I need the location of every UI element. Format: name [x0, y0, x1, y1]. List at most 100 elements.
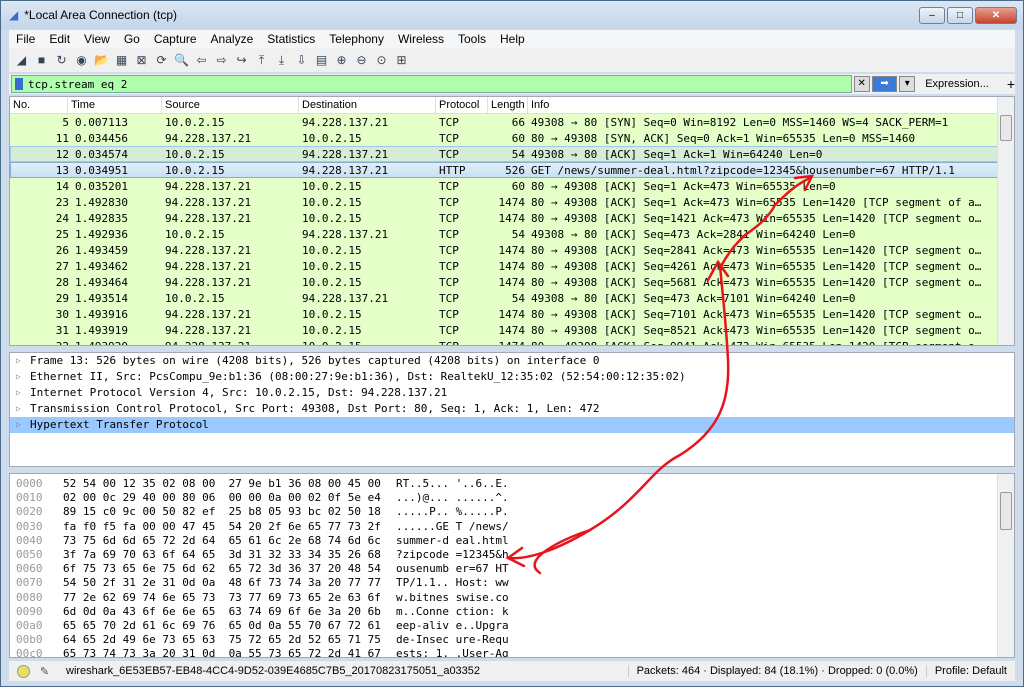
packet-row[interactable]: 24 1.492835 94.228.137.21 10.0.2.15 TCP 1474 8… — [10, 210, 1014, 226]
column-header-destination[interactable]: Destination — [299, 97, 436, 113]
add-filter-button[interactable]: + — [1007, 76, 1015, 92]
menu-file[interactable]: File — [9, 30, 42, 48]
packet-row[interactable]: 14 0.035201 94.228.137.21 10.0.2.15 TCP 60 80 … — [10, 178, 1014, 194]
expand-triangle-icon[interactable]: ▷ — [16, 369, 30, 385]
column-header-info[interactable]: Info — [528, 97, 1014, 113]
save-icon[interactable]: ▦ — [113, 52, 130, 69]
detail-tree-item[interactable]: ▷ Internet Protocol Version 4, Src: 10.0.… — [10, 385, 1014, 401]
back-icon[interactable]: ⇦ — [193, 52, 210, 69]
reload-icon[interactable]: ⟳ — [153, 52, 170, 69]
packet-row[interactable]: 25 1.492936 10.0.2.15 94.228.137.21 TCP 54 493… — [10, 226, 1014, 242]
column-header-length[interactable]: Length — [488, 97, 528, 113]
column-header-time[interactable]: Time — [68, 97, 162, 113]
autoscroll-icon[interactable]: ⇩ — [293, 52, 310, 69]
hex-bytes[interactable]: fa f0 f5 fa 00 00 47 45 54 20 2f 6e 65 7… — [63, 520, 396, 534]
ascii-bytes[interactable]: .....P.. %.....P. — [396, 505, 509, 519]
hex-bytes[interactable]: 6d 0d 0a 43 6f 6e 6e 65 63 74 69 6f 6e 3… — [63, 605, 396, 619]
expand-triangle-icon[interactable]: ▷ — [16, 401, 30, 417]
zoom-out-icon[interactable]: ⊖ — [353, 52, 370, 69]
resize-columns-icon[interactable]: ⊞ — [393, 52, 410, 69]
ascii-bytes[interactable]: w.bitnes swise.co — [396, 591, 509, 605]
menu-help[interactable]: Help — [493, 30, 532, 48]
menu-edit[interactable]: Edit — [42, 30, 77, 48]
close-button[interactable]: ✕ — [975, 7, 1017, 24]
packet-row[interactable]: 30 1.493916 94.228.137.21 10.0.2.15 TCP 1474 8… — [10, 306, 1014, 322]
column-header-no[interactable]: No. — [10, 97, 68, 113]
detail-tree-item[interactable]: ▷ Transmission Control Protocol, Src Port… — [10, 401, 1014, 417]
bytes-scrollbar[interactable] — [997, 474, 1014, 657]
ascii-bytes[interactable]: ...)@... ......^. — [396, 491, 509, 505]
packet-row[interactable]: 28 1.493464 94.228.137.21 10.0.2.15 TCP 1474 8… — [10, 274, 1014, 290]
menu-analyze[interactable]: Analyze — [204, 30, 261, 48]
find-icon[interactable]: 🔍 — [173, 52, 190, 69]
hex-bytes[interactable]: 3f 7a 69 70 63 6f 64 65 3d 31 32 33 34 3… — [63, 548, 396, 562]
apply-filter-button[interactable]: ➡ — [871, 76, 898, 92]
options-icon[interactable]: ◉ — [73, 52, 90, 69]
hex-bytes[interactable]: 89 15 c0 9c 00 50 82 ef 25 b8 05 93 bc 0… — [63, 505, 396, 519]
open-icon[interactable]: 📂 — [93, 52, 110, 69]
display-filter-input[interactable]: tcp.stream eq 2 — [11, 75, 852, 93]
ascii-bytes[interactable]: ousenumb er=67 HT — [396, 562, 509, 576]
filter-history-dropdown[interactable]: ▾ — [899, 76, 916, 92]
forward-icon[interactable]: ⇨ — [213, 52, 230, 69]
ascii-bytes[interactable]: de-Insec ure-Requ — [396, 633, 509, 647]
hex-bytes[interactable]: 02 00 0c 29 40 00 80 06 00 00 0a 00 02 0… — [63, 491, 396, 505]
colorize-icon[interactable]: ▤ — [313, 52, 330, 69]
hex-bytes[interactable]: 6f 75 73 65 6e 75 6d 62 65 72 3d 36 37 2… — [63, 562, 396, 576]
zoom-in-icon[interactable]: ⊕ — [333, 52, 350, 69]
detail-tree-item[interactable]: ▷ Frame 13: 526 bytes on wire (4208 bits)… — [10, 353, 1014, 369]
hex-bytes[interactable]: 52 54 00 12 35 02 08 00 27 9e b1 36 08 0… — [63, 477, 396, 491]
ascii-bytes[interactable]: m..Conne ction: k — [396, 605, 509, 619]
ascii-bytes[interactable]: RT..5... '..6..E. — [396, 477, 509, 491]
first-icon[interactable]: ⤒ — [253, 52, 270, 69]
detail-tree-item[interactable]: ▷ Hypertext Transfer Protocol — [10, 417, 1014, 433]
bookmark-icon[interactable] — [15, 78, 23, 90]
zoom-normal-icon[interactable]: ⊙ — [373, 52, 390, 69]
hex-bytes[interactable]: 65 65 70 2d 61 6c 69 76 65 0d 0a 55 70 6… — [63, 619, 396, 633]
expand-triangle-icon[interactable]: ▷ — [16, 385, 30, 401]
hex-bytes[interactable]: 64 65 2d 49 6e 73 65 63 75 72 65 2d 52 6… — [63, 633, 396, 647]
menu-go[interactable]: Go — [117, 30, 147, 48]
menu-tools[interactable]: Tools — [451, 30, 493, 48]
maximize-button[interactable]: □ — [947, 7, 973, 24]
expert-info-icon[interactable] — [17, 664, 30, 678]
menu-statistics[interactable]: Statistics — [260, 30, 322, 48]
packet-row[interactable]: 31 1.493919 94.228.137.21 10.0.2.15 TCP 1474 8… — [10, 322, 1014, 338]
hex-bytes[interactable]: 73 75 6d 6d 65 72 2d 64 65 61 6c 2e 68 7… — [63, 534, 396, 548]
hex-bytes[interactable]: 65 73 74 73 3a 20 31 0d 0a 55 73 65 72 2… — [63, 647, 396, 657]
minimize-button[interactable]: – — [919, 7, 945, 24]
packet-row[interactable]: 27 1.493462 94.228.137.21 10.0.2.15 TCP 1474 8… — [10, 258, 1014, 274]
capture-comment-icon[interactable]: ✎ — [40, 665, 54, 678]
packet-row[interactable]: 11 0.034456 94.228.137.21 10.0.2.15 TCP 60 80 … — [10, 130, 1014, 146]
ascii-bytes[interactable]: eep-aliv e..Upgra — [396, 619, 509, 633]
ascii-bytes[interactable]: TP/1.1.. Host: ww — [396, 576, 509, 590]
shark-fin-start-icon[interactable]: ◢ — [13, 52, 30, 69]
packet-row[interactable]: 26 1.493459 94.228.137.21 10.0.2.15 TCP 1474 8… — [10, 242, 1014, 258]
clear-filter-button[interactable]: ✕ — [853, 76, 870, 92]
ascii-bytes[interactable]: ?zipcode =12345&h — [396, 548, 509, 562]
menu-view[interactable]: View — [77, 30, 117, 48]
menu-wireless[interactable]: Wireless — [391, 30, 451, 48]
menu-telephony[interactable]: Telephony — [322, 30, 391, 48]
packet-row[interactable]: 5 0.007113 10.0.2.15 94.228.137.21 TCP 66 4930… — [10, 114, 1014, 130]
hex-bytes[interactable]: 77 2e 62 69 74 6e 65 73 73 77 69 73 65 2… — [63, 591, 396, 605]
expression-button[interactable]: Expression... — [925, 78, 989, 90]
menu-capture[interactable]: Capture — [147, 30, 204, 48]
column-header-protocol[interactable]: Protocol — [436, 97, 488, 113]
restart-icon[interactable]: ↻ — [53, 52, 70, 69]
packet-row[interactable]: 32 1.493920 94.228.137.21 10.0.2.15 TCP 1474 8… — [10, 338, 1014, 345]
packet-row[interactable]: 13 0.034951 10.0.2.15 94.228.137.21 HTTP 526 G… — [10, 162, 1014, 178]
packet-row[interactable]: 12 0.034574 10.0.2.15 94.228.137.21 TCP 54 493… — [10, 146, 1014, 162]
last-icon[interactable]: ⤓ — [273, 52, 290, 69]
packet-row[interactable]: 23 1.492830 94.228.137.21 10.0.2.15 TCP 1474 8… — [10, 194, 1014, 210]
packet-list-scrollbar[interactable] — [997, 97, 1014, 345]
expand-triangle-icon[interactable]: ▷ — [16, 353, 30, 369]
packet-row[interactable]: 29 1.493514 10.0.2.15 94.228.137.21 TCP 54 493… — [10, 290, 1014, 306]
column-header-source[interactable]: Source — [162, 97, 299, 113]
ascii-bytes[interactable]: ests: 1. .User-Ag — [396, 647, 509, 657]
hex-bytes[interactable]: 54 50 2f 31 2e 31 0d 0a 48 6f 73 74 3a 2… — [63, 576, 396, 590]
close-file-icon[interactable]: ⊠ — [133, 52, 150, 69]
ascii-bytes[interactable]: ......GE T /news/ — [396, 520, 509, 534]
detail-tree-item[interactable]: ▷ Ethernet II, Src: PcsCompu_9e:b1:36 (08… — [10, 369, 1014, 385]
stop-icon[interactable]: ■ — [33, 52, 50, 69]
